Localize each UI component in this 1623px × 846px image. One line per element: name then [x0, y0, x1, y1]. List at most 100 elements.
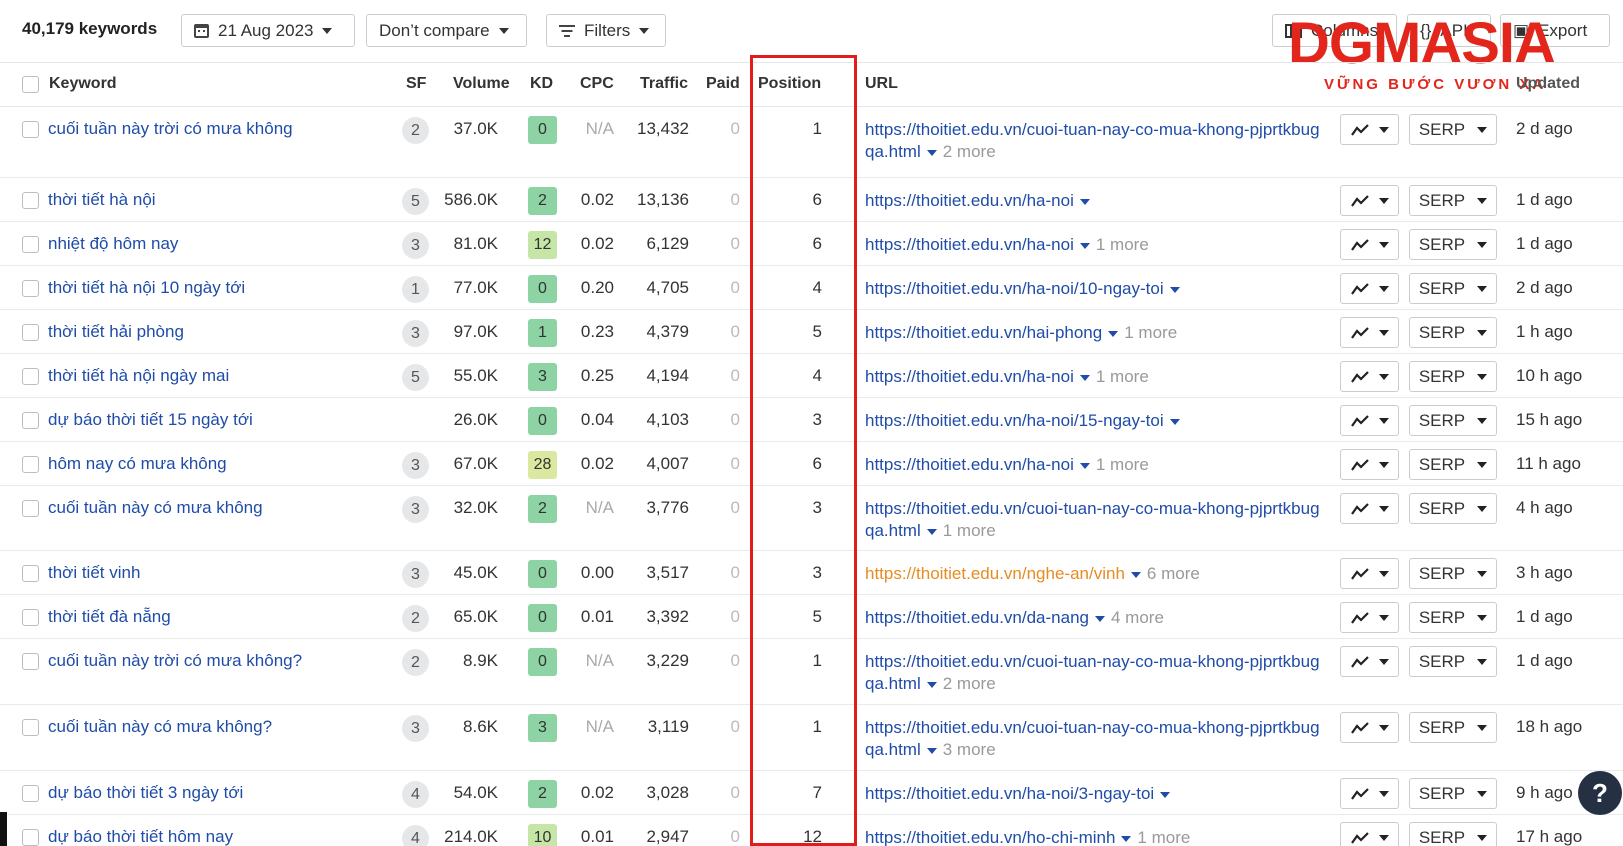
trend-button[interactable] — [1340, 778, 1399, 809]
serp-features-badge[interactable]: 2 — [402, 605, 429, 632]
row-checkbox[interactable] — [22, 785, 39, 802]
serp-features-badge[interactable]: 4 — [402, 825, 429, 846]
chevron-down-icon[interactable] — [926, 747, 937, 754]
trend-button[interactable] — [1340, 405, 1399, 436]
row-checkbox[interactable] — [22, 456, 39, 473]
serp-features-badge[interactable]: 4 — [402, 781, 429, 808]
url-link[interactable]: https://thoitiet.edu.vn/hai-phong — [865, 323, 1102, 342]
url-link[interactable]: https://thoitiet.edu.vn/ha-noi/3-ngay-to… — [865, 784, 1154, 803]
trend-button[interactable] — [1340, 361, 1399, 392]
serp-button[interactable]: SERP — [1409, 449, 1497, 480]
keyword-link[interactable]: cuối tuần này có mưa không — [48, 498, 263, 518]
serp-features-badge[interactable]: 5 — [402, 188, 429, 215]
serp-button[interactable]: SERP — [1409, 185, 1497, 216]
url-link[interactable]: https://thoitiet.edu.vn/nghe-an/vinh — [865, 564, 1125, 583]
chevron-down-icon[interactable] — [1108, 330, 1119, 337]
row-checkbox[interactable] — [22, 324, 39, 341]
serp-features-badge[interactable]: 3 — [402, 232, 429, 259]
keyword-link[interactable]: thời tiết hải phòng — [48, 322, 184, 342]
chevron-down-icon[interactable] — [1160, 791, 1171, 798]
serp-button[interactable]: SERP — [1409, 229, 1497, 260]
chevron-down-icon[interactable] — [926, 681, 937, 688]
keyword-link[interactable]: thời tiết hà nội — [48, 190, 156, 210]
row-checkbox[interactable] — [22, 500, 39, 517]
row-checkbox[interactable] — [22, 236, 39, 253]
serp-features-badge[interactable]: 3 — [402, 320, 429, 347]
trend-button[interactable] — [1340, 822, 1399, 846]
serp-features-badge[interactable]: 2 — [402, 649, 429, 676]
row-checkbox[interactable] — [22, 192, 39, 209]
more-urls-link[interactable]: 2 more — [943, 142, 996, 161]
header-traffic[interactable]: Traffic — [640, 75, 688, 93]
trend-button[interactable] — [1340, 229, 1399, 260]
more-urls-link[interactable]: 1 more — [943, 521, 996, 540]
header-keyword[interactable]: Keyword — [49, 75, 117, 93]
more-urls-link[interactable]: 3 more — [943, 740, 996, 759]
keyword-link[interactable]: hôm nay có mưa không — [48, 454, 227, 474]
serp-button[interactable]: SERP — [1409, 493, 1497, 524]
chevron-down-icon[interactable] — [1130, 571, 1141, 578]
trend-button[interactable] — [1340, 646, 1399, 677]
compare-dropdown[interactable]: Don’t compare — [366, 14, 527, 47]
row-checkbox[interactable] — [22, 653, 39, 670]
serp-button[interactable]: SERP — [1409, 361, 1497, 392]
url-link[interactable]: https://thoitiet.edu.vn/da-nang — [865, 608, 1089, 627]
header-volume[interactable]: Volume — [453, 75, 510, 93]
url-link[interactable]: https://thoitiet.edu.vn/ha-noi — [865, 455, 1074, 474]
select-all-checkbox[interactable] — [22, 76, 39, 93]
row-checkbox[interactable] — [22, 121, 39, 138]
chevron-down-icon[interactable] — [1079, 462, 1090, 469]
more-urls-link[interactable]: 1 more — [1096, 455, 1149, 474]
more-urls-link[interactable]: 1 more — [1096, 235, 1149, 254]
trend-button[interactable] — [1340, 114, 1399, 145]
filters-button[interactable]: Filters — [546, 14, 666, 47]
serp-features-badge[interactable]: 3 — [402, 452, 429, 479]
keyword-link[interactable]: thời tiết đà nẵng — [48, 607, 171, 627]
more-urls-link[interactable]: 1 more — [1137, 828, 1190, 846]
keyword-link[interactable]: cuối tuần này có mưa không? — [48, 717, 272, 737]
serp-button[interactable]: SERP — [1409, 602, 1497, 633]
serp-button[interactable]: SERP — [1409, 646, 1497, 677]
chevron-down-icon[interactable] — [1169, 286, 1180, 293]
serp-button[interactable]: SERP — [1409, 778, 1497, 809]
header-url[interactable]: URL — [865, 75, 898, 93]
chevron-down-icon[interactable] — [1079, 198, 1090, 205]
serp-features-badge[interactable]: 3 — [402, 496, 429, 523]
more-urls-link[interactable]: 2 more — [943, 674, 996, 693]
url-link[interactable]: https://thoitiet.edu.vn/ha-noi — [865, 235, 1074, 254]
keyword-link[interactable]: cuối tuần này trời có mưa không? — [48, 651, 302, 671]
keyword-link[interactable]: thời tiết hà nội ngày mai — [48, 366, 229, 386]
chevron-down-icon[interactable] — [1079, 242, 1090, 249]
header-kd[interactable]: KD — [530, 75, 553, 93]
more-urls-link[interactable]: 1 more — [1096, 367, 1149, 386]
serp-features-badge[interactable]: 3 — [402, 561, 429, 588]
url-link[interactable]: https://thoitiet.edu.vn/ha-noi — [865, 191, 1074, 210]
keyword-link[interactable]: dự báo thời tiết hôm nay — [48, 827, 233, 846]
more-urls-link[interactable]: 1 more — [1124, 323, 1177, 342]
serp-features-badge[interactable]: 1 — [402, 276, 429, 303]
serp-features-badge[interactable]: 3 — [402, 715, 429, 742]
url-link[interactable]: https://thoitiet.edu.vn/ho-chi-minh — [865, 828, 1115, 846]
row-checkbox[interactable] — [22, 609, 39, 626]
trend-button[interactable] — [1340, 712, 1399, 743]
more-urls-link[interactable]: 4 more — [1111, 608, 1164, 627]
header-sf[interactable]: SF — [406, 75, 426, 93]
keyword-link[interactable]: cuối tuần này trời có mưa không — [48, 119, 293, 139]
serp-button[interactable]: SERP — [1409, 317, 1497, 348]
row-checkbox[interactable] — [22, 412, 39, 429]
trend-button[interactable] — [1340, 602, 1399, 633]
serp-features-badge[interactable]: 5 — [402, 364, 429, 391]
header-position[interactable]: Position — [758, 75, 821, 93]
row-checkbox[interactable] — [22, 829, 39, 846]
chevron-down-icon[interactable] — [926, 528, 937, 535]
row-checkbox[interactable] — [22, 719, 39, 736]
row-checkbox[interactable] — [22, 280, 39, 297]
serp-button[interactable]: SERP — [1409, 712, 1497, 743]
trend-button[interactable] — [1340, 449, 1399, 480]
keyword-link[interactable]: thời tiết hà nội 10 ngày tới — [48, 278, 245, 298]
header-paid[interactable]: Paid — [706, 75, 740, 93]
serp-button[interactable]: SERP — [1409, 405, 1497, 436]
row-checkbox[interactable] — [22, 368, 39, 385]
url-link[interactable]: https://thoitiet.edu.vn/ha-noi/15-ngay-t… — [865, 411, 1164, 430]
date-picker-button[interactable]: 21 Aug 2023 — [181, 14, 355, 47]
